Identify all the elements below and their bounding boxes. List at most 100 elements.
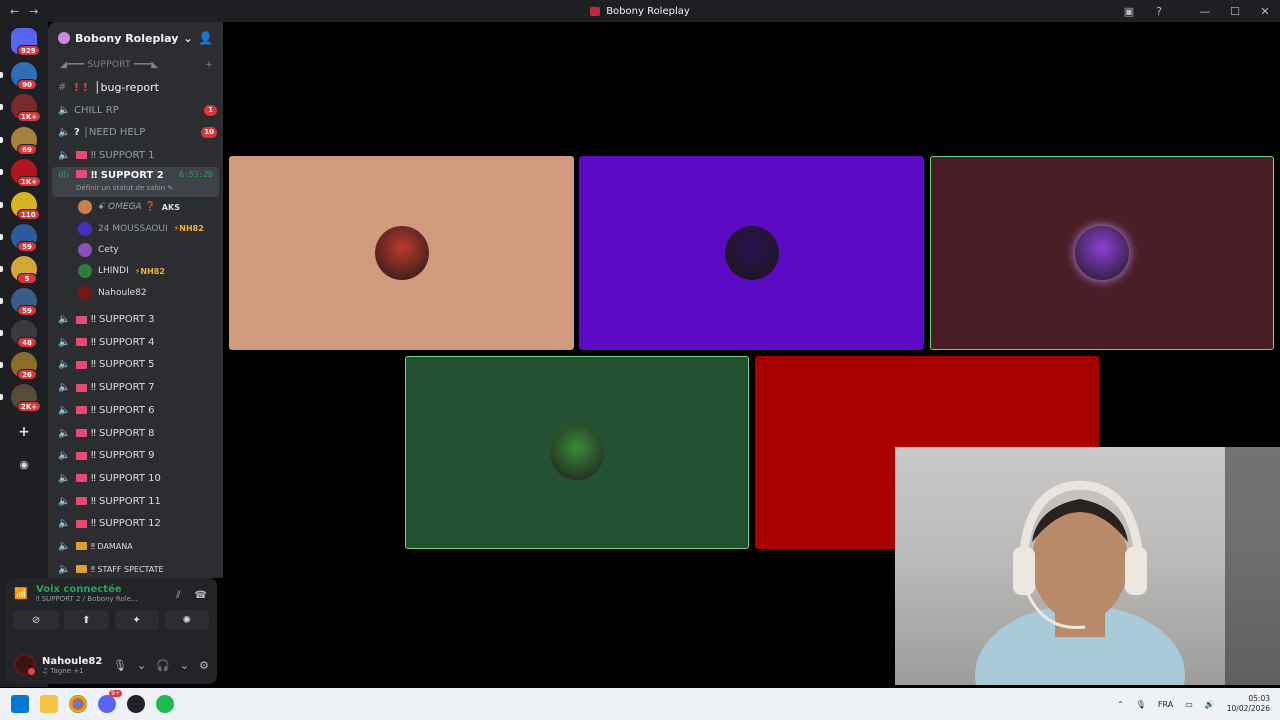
chevron-up-icon[interactable]: ⌃ xyxy=(1117,700,1124,709)
obs-icon[interactable] xyxy=(127,695,145,713)
tile-moussaoui[interactable] xyxy=(579,156,924,350)
gear-icon[interactable]: ⚙ xyxy=(199,659,209,672)
voice-channel[interactable]: 🔈 ‼ SUPPORT 4 xyxy=(48,331,223,354)
voice-channel[interactable]: 🔈 ‼ DAMANA xyxy=(48,535,223,558)
sos-flag-icon xyxy=(76,169,87,178)
channel-bug-report[interactable]: # ! ! │bug-report xyxy=(48,76,223,99)
sos-flag-icon xyxy=(76,151,87,160)
activities-button[interactable]: ✦ xyxy=(114,610,159,630)
username[interactable]: Nahoule82 xyxy=(42,656,102,667)
voice-member[interactable]: 24 MOUSSAOUI ⚡NH82 xyxy=(48,218,223,239)
voice-member[interactable]: ꗃ 𝘖𝘔𝘌𝘎𝘈 ❓ AKS xyxy=(48,197,223,218)
alert-icon: ! ! xyxy=(74,80,88,94)
tile-cety[interactable] xyxy=(930,156,1274,350)
server-badge: 5 xyxy=(17,273,37,284)
voice-channel[interactable]: 🔈 ‼ SUPPORT 6 xyxy=(48,399,223,422)
clock[interactable]: 05:03 10/02/2026 xyxy=(1227,694,1270,714)
inbox-icon[interactable]: ▣ xyxy=(1114,5,1144,18)
chevron-down-icon[interactable]: ⌄ xyxy=(180,659,189,672)
noise-suppression-icon[interactable]: ⫽ xyxy=(176,590,180,601)
language-indicator[interactable]: FRA xyxy=(1158,700,1173,709)
taskbar: 9+ ⌃ 🎙 FRA ▭ 🔊 05:03 10/02/2026 xyxy=(0,688,1280,720)
invite-people-icon[interactable]: 👤 xyxy=(198,31,213,45)
voice-member[interactable]: LHINDI ⚡NH82 xyxy=(48,261,223,282)
webcam-overlay xyxy=(895,447,1280,685)
speaker-locked-icon: 🔈 xyxy=(58,359,71,371)
voice-channel-link[interactable]: ‼ SUPPORT 2 / Bobony Role... xyxy=(36,595,138,603)
voice-channel[interactable]: 🔈 ‼ SUPPORT 8 xyxy=(48,422,223,445)
voice-status[interactable]: Voix connectée xyxy=(36,584,138,595)
create-channel-icon[interactable]: + xyxy=(205,60,213,70)
windows-start-icon[interactable] xyxy=(11,695,29,713)
channel-support-1[interactable]: 🔈 ‼ SUPPORT 1 xyxy=(48,144,223,167)
server-badge: 26 xyxy=(17,369,37,380)
speaker-locked-icon: 🔈 xyxy=(58,563,71,575)
discord-icon[interactable]: 9+ xyxy=(98,690,122,713)
server-badge: 929 xyxy=(17,45,40,56)
volume-icon[interactable]: 🔊 xyxy=(1205,700,1215,709)
unread-indicator xyxy=(0,266,3,272)
disconnect-icon[interactable]: ☎ xyxy=(195,590,207,601)
participant-avatar xyxy=(724,226,779,280)
tile-omega[interactable] xyxy=(229,156,574,350)
network-icon[interactable]: ▭ xyxy=(1185,700,1193,709)
channel-emoji-icon xyxy=(76,497,87,506)
microphone-icon[interactable]: 🎙 xyxy=(113,659,127,672)
file-explorer-icon[interactable] xyxy=(40,695,58,713)
member-name: LHINDI xyxy=(98,266,129,277)
minimize-button[interactable]: — xyxy=(1190,5,1220,18)
close-button[interactable]: ✕ xyxy=(1250,5,1280,18)
member-tag: AKS xyxy=(161,202,180,212)
voice-member[interactable]: Cety xyxy=(48,239,223,260)
speaker-locked-icon: 🔈 xyxy=(58,382,71,394)
speaker-locked-icon: 🔈 xyxy=(58,104,71,116)
channel-need-help[interactable]: 🔈 ? │NEED HELP 10 xyxy=(48,121,223,144)
voice-member[interactable]: Nahoule82 xyxy=(48,282,223,303)
voice-channel[interactable]: 🔈 ‼ SUPPORT 7 xyxy=(48,376,223,399)
channel-chill-rp[interactable]: 🔈 CHILL RP 1 xyxy=(48,99,223,122)
headphones-icon[interactable]: 🎧 xyxy=(156,659,170,672)
camera-off-button[interactable]: ⊘ xyxy=(14,610,59,630)
voice-channel[interactable]: 🔈 ‼ SUPPORT 9 xyxy=(48,444,223,467)
signal-icon[interactable]: 📶 xyxy=(14,587,36,600)
maximize-button[interactable]: ☐ xyxy=(1220,5,1250,18)
channel-emoji-icon xyxy=(76,360,87,369)
discover-icon[interactable]: ◉ xyxy=(13,453,35,475)
channel-label: │bug-report xyxy=(93,80,159,94)
spotify-icon[interactable] xyxy=(156,695,174,713)
member-tag: ⚡NH82 xyxy=(173,224,204,234)
server-badge: 69 xyxy=(17,144,37,155)
speaker-locked-icon: 🔈 xyxy=(58,336,71,348)
unread-indicator xyxy=(0,169,3,175)
add-server-icon[interactable]: + xyxy=(13,421,35,443)
chrome-icon[interactable] xyxy=(69,695,87,713)
channel-label: ‼ DAMANA xyxy=(91,541,133,551)
unread-indicator xyxy=(0,394,3,400)
avatar[interactable] xyxy=(14,654,36,676)
voice-channel[interactable]: 🔈 ‼ SUPPORT 11 xyxy=(48,490,223,513)
channel-label: ‼ SUPPORT 8 xyxy=(91,427,155,439)
share-screen-button[interactable]: ⬆ xyxy=(64,610,109,630)
speaker-locked-icon: 🔈 xyxy=(58,540,71,552)
chevron-down-icon[interactable]: ⌄ xyxy=(137,659,146,672)
channel-label: ‼ SUPPORT 2 xyxy=(91,169,164,181)
speaker-locked-icon: 🔈 xyxy=(58,518,71,530)
help-icon[interactable]: ? xyxy=(1144,5,1174,18)
tile-lhindi[interactable] xyxy=(405,356,749,549)
channel-support-2[interactable]: ıllı ‼ SUPPORT 2 6:53:20 Définir un stat… xyxy=(52,166,219,197)
member-name: Cety xyxy=(98,244,119,255)
member-tag: ⚡NH82 xyxy=(134,266,165,276)
speaker-locked-icon: 🔈 xyxy=(58,495,71,507)
voice-channel[interactable]: 🔈 ‼ SUPPORT 10 xyxy=(48,467,223,490)
voice-channel[interactable]: 🔈 ‼ SUPPORT 12 xyxy=(48,512,223,535)
microphone-icon[interactable]: 🎙 xyxy=(1136,700,1146,709)
voice-channel[interactable]: 🔈 ‼ STAFF SPECTATE xyxy=(48,558,223,578)
voice-channel[interactable]: 🔈 ‼ SUPPORT 5 xyxy=(48,354,223,377)
server-header[interactable]: Bobony Roleplay ⌄ 👤 xyxy=(48,22,223,54)
soundboard-button[interactable]: ✺ xyxy=(164,610,209,630)
voice-channel-list: 🔈 ‼ SUPPORT 3 🔈 ‼ SUPPORT 4 🔈 ‼ SUPPORT 5 🔈 ‼ S… xyxy=(48,308,223,578)
channel-status[interactable]: Définir un statut de salon ✎ xyxy=(76,184,173,192)
category-support[interactable]: ◢━━━ SUPPORT ━━━◣ + xyxy=(48,54,223,76)
voice-channel[interactable]: 🔈 ‼ SUPPORT 3 xyxy=(48,308,223,331)
streamer-figure xyxy=(975,447,1280,685)
